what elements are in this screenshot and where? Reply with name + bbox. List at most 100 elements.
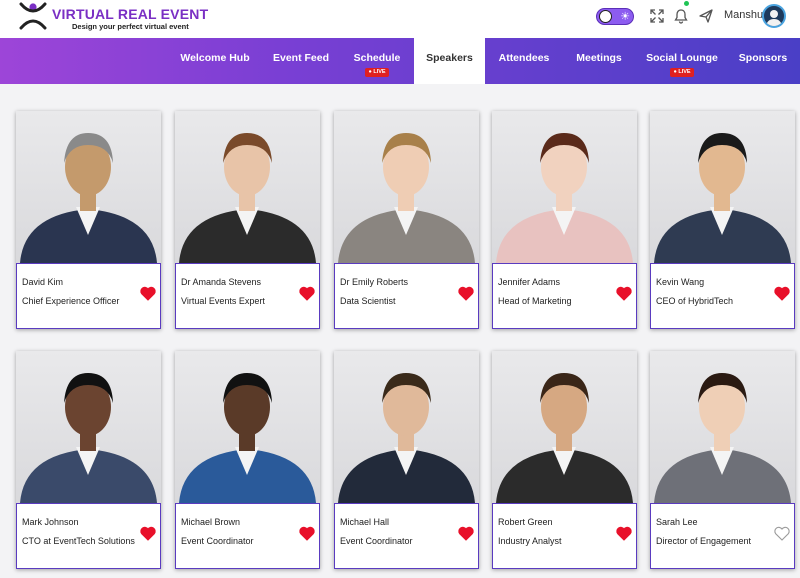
speaker-name: Dr Emily Roberts [340, 277, 409, 287]
speaker-card[interactable]: Robert Green Industry Analyst [492, 351, 637, 569]
top-bar: VIRTUAL REAL EVENT Design your perfect v… [0, 0, 800, 38]
speaker-role: Event Coordinator [181, 536, 254, 546]
speaker-name: Sarah Lee [656, 517, 698, 527]
favorite-heart-icon[interactable] [616, 286, 632, 301]
favorite-heart-icon[interactable] [458, 526, 474, 541]
speaker-card[interactable]: David Kim Chief Experience Officer [16, 111, 161, 329]
speaker-info: David Kim Chief Experience Officer [16, 263, 161, 329]
brand-title: VIRTUAL REAL EVENT [52, 6, 209, 22]
nav-event-feed[interactable]: Event Feed [262, 38, 340, 84]
favorite-heart-icon[interactable] [616, 526, 632, 541]
favorite-heart-icon[interactable] [299, 286, 315, 301]
speaker-portrait-icon [654, 373, 791, 503]
nav-social-lounge[interactable]: Social Lounge ● LIVE [642, 38, 722, 84]
toggle-knob [599, 10, 612, 23]
notification-dot [684, 1, 689, 6]
nav-meetings[interactable]: Meetings [566, 38, 632, 84]
speaker-info: Mark Johnson CTO at EventTech Solutions [16, 503, 161, 569]
speaker-role: Head of Marketing [498, 296, 572, 306]
speaker-card[interactable]: Sarah Lee Director of Engagement [650, 351, 795, 569]
speaker-name: Jennifer Adams [498, 277, 561, 287]
nav-schedule[interactable]: Schedule ● LIVE [338, 38, 416, 84]
speaker-card[interactable]: Michael Brown Event Coordinator [175, 351, 320, 569]
speaker-role: Director of Engagement [656, 536, 752, 546]
speaker-name: Michael Hall [340, 517, 390, 527]
speaker-card[interactable]: Jennifer Adams Head of Marketing [492, 111, 637, 329]
speaker-role: Chief Experience Officer [22, 296, 120, 306]
live-badge: ● LIVE [670, 68, 694, 77]
fullscreen-icon[interactable] [649, 8, 665, 24]
speaker-photo [175, 111, 320, 263]
speaker-photo [16, 351, 161, 503]
nav-label: Social Lounge [646, 52, 718, 64]
live-badge-label: LIVE [678, 69, 691, 75]
speaker-name: Michael Brown [181, 517, 241, 527]
favorite-heart-icon[interactable] [140, 526, 156, 541]
speaker-portrait-icon [20, 373, 157, 503]
speaker-card[interactable]: Michael Hall Event Coordinator [334, 351, 479, 569]
nav-label: Speakers [426, 52, 473, 64]
speaker-portrait-icon [179, 133, 316, 263]
favorite-heart-icon[interactable] [299, 526, 315, 541]
live-badge-label: LIVE [373, 69, 386, 75]
speaker-role: CTO at EventTech Solutions [22, 536, 135, 546]
favorite-heart-icon[interactable] [140, 286, 156, 301]
speaker-portrait-icon [496, 133, 633, 263]
nav-speakers[interactable]: Speakers [414, 38, 485, 84]
speaker-portrait-icon [338, 373, 475, 503]
speaker-role: CEO of HybridTech [656, 296, 734, 306]
speaker-card[interactable]: Dr Emily Roberts Data Scientist [334, 111, 479, 329]
theme-toggle[interactable]: ☀ [596, 8, 634, 25]
brand-subtitle: Design your perfect virtual event [72, 22, 189, 31]
nav-sponsors[interactable]: Sponsors [730, 38, 796, 84]
nav-welcome-hub[interactable]: Welcome Hub [176, 38, 254, 84]
speaker-portrait-icon [338, 133, 475, 263]
nav-label: Event Feed [272, 52, 330, 64]
speaker-portrait-icon [654, 133, 791, 263]
favorite-heart-icon[interactable] [774, 286, 790, 301]
nav-label: Sponsors [738, 52, 788, 64]
speaker-role: Event Coordinator [340, 536, 413, 546]
speaker-info: Kevin Wang CEO of HybridTech [650, 263, 795, 329]
speaker-name: Mark Johnson [22, 517, 79, 527]
header-actions: ☀ Manshu [580, 0, 800, 34]
speaker-info: Michael Hall Event Coordinator [334, 503, 479, 569]
nav-label: Meetings [576, 52, 622, 64]
speaker-role: Virtual Events Expert [181, 296, 265, 306]
speaker-card[interactable]: Kevin Wang CEO of HybridTech [650, 111, 795, 329]
speaker-photo [650, 351, 795, 503]
sun-icon: ☀ [620, 11, 630, 23]
speaker-name: Robert Green [498, 517, 553, 527]
speaker-portrait-icon [496, 373, 633, 503]
speaker-info: Dr Amanda Stevens Virtual Events Expert [175, 263, 320, 329]
favorite-heart-icon[interactable] [458, 286, 474, 301]
bell-icon[interactable] [673, 8, 689, 24]
speaker-name: Dr Amanda Stevens [181, 277, 262, 287]
speaker-card[interactable]: Mark Johnson CTO at EventTech Solutions [16, 351, 161, 569]
brand: VIRTUAL REAL EVENT Design your perfect v… [52, 6, 208, 32]
speaker-info: Jennifer Adams Head of Marketing [492, 263, 637, 329]
speaker-photo [334, 111, 479, 263]
favorite-heart-icon[interactable] [774, 526, 790, 541]
avatar[interactable] [762, 4, 786, 28]
speaker-name: Kevin Wang [656, 277, 705, 287]
speaker-photo [16, 111, 161, 263]
speaker-info: Dr Emily Roberts Data Scientist [334, 263, 479, 329]
speaker-photo [492, 351, 637, 503]
user-avatar-icon [766, 10, 782, 26]
speaker-photo [175, 351, 320, 503]
nav-attendees[interactable]: Attendees [488, 38, 560, 84]
speaker-name: David Kim [22, 277, 64, 287]
username[interactable]: Manshu [724, 9, 763, 21]
event-logo-icon[interactable] [18, 2, 48, 30]
speaker-portrait-icon [20, 133, 157, 263]
live-badge: ● LIVE [365, 68, 389, 77]
speaker-info: Michael Brown Event Coordinator [175, 503, 320, 569]
nav-label: Attendees [498, 52, 550, 64]
speaker-photo [334, 351, 479, 503]
nav-label: Schedule [353, 52, 401, 64]
speaker-photo [492, 111, 637, 263]
speaker-card[interactable]: Dr Amanda Stevens Virtual Events Expert [175, 111, 320, 329]
speakers-grid: David Kim Chief Experience Officer Dr Aman… [0, 84, 800, 578]
send-icon[interactable] [698, 8, 714, 24]
